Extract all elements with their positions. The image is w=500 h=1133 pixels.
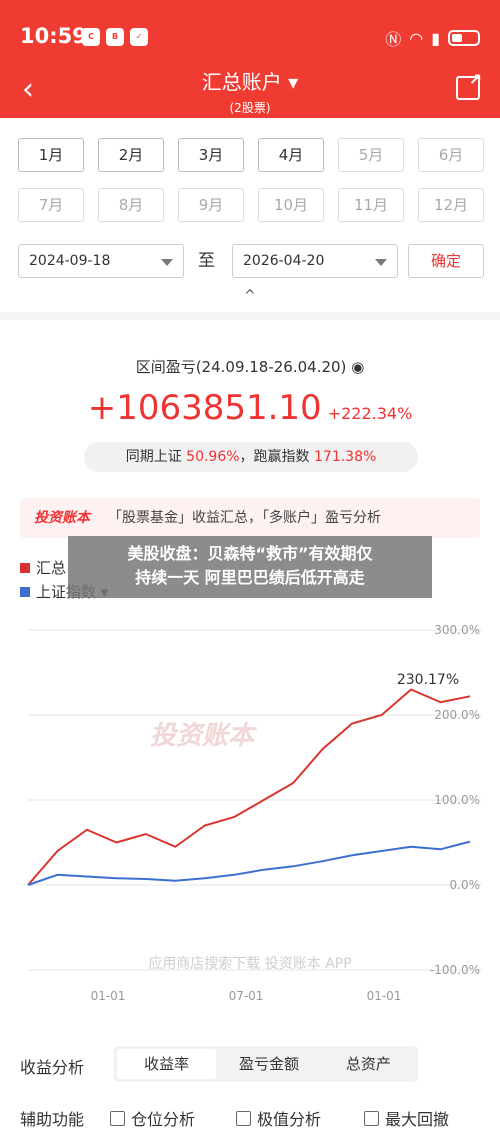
- overlay-line1: 美股收盘：贝森特“救市”有效期仅: [127, 544, 373, 563]
- status-bar: 10:59 C B ✓ Ⓝ ◠ ▮: [0, 0, 500, 70]
- account-selector[interactable]: 汇总账户 ▾: [0, 66, 500, 95]
- month-4-button[interactable]: 4月: [258, 138, 324, 172]
- app-red-icon: ✓: [130, 28, 148, 46]
- month-12-button[interactable]: 12月: [418, 188, 484, 222]
- range-title: 区间盈亏(24.09.18-26.04.20) ◉: [135, 358, 365, 376]
- month-9-button[interactable]: 9月: [178, 188, 244, 222]
- end-date-value: 2026-04-20: [243, 253, 325, 269]
- y-tick-label: 100.0%: [434, 793, 480, 807]
- profit-chart: 300.0% 200.0% 100.0% 0.0% -100.0% 01-01 07-01 0…: [27, 623, 482, 1003]
- promo-banner[interactable]: 投资账本 「股票基金」收益汇总，「多账户」盈亏分析: [20, 498, 480, 538]
- chevron-down-icon: [161, 259, 173, 266]
- aux-label: 辅助功能: [20, 1110, 85, 1129]
- date-range: 2024-09-18 至 2026-04-20 确定: [18, 244, 484, 278]
- month-5-button[interactable]: 5月: [338, 138, 404, 172]
- series-line-2: [27, 840, 471, 886]
- x-tick-label: 01-01: [367, 989, 402, 1003]
- account-subtitle: (2股票): [229, 101, 271, 115]
- month-1-button[interactable]: 1月: [18, 138, 84, 172]
- analysis-tabs: 收益率 盈亏金额 总资产: [114, 1046, 418, 1082]
- collapse-icon[interactable]: ^: [244, 288, 256, 304]
- start-date-value: 2024-09-18: [29, 253, 111, 269]
- month-6-button[interactable]: 6月: [418, 138, 484, 172]
- x-tick-label: 07-01: [229, 989, 264, 1003]
- status-time: 10:59: [20, 24, 87, 48]
- position-analysis-checkbox[interactable]: 仓位分析: [110, 1106, 195, 1130]
- app-boss-icon: B: [106, 28, 124, 46]
- extreme-analysis-checkbox[interactable]: 极值分析: [236, 1106, 321, 1130]
- overlay-line2: 持续一天 阿里巴巴绩后低开高走: [135, 568, 365, 587]
- month-2-button[interactable]: 2月: [98, 138, 164, 172]
- month-grid: 1月 2月 3月 4月 5月 6月 7月 8月 9月 10月 11月 12月: [18, 138, 484, 222]
- month-11-button[interactable]: 11月: [338, 188, 404, 222]
- start-date-select[interactable]: 2024-09-18: [18, 244, 184, 278]
- y-tick-label: 0.0%: [450, 878, 481, 892]
- brand-logo: 投资账本: [34, 510, 90, 526]
- total-profit: +1063851.10 +222.34%: [0, 388, 500, 428]
- news-overlay[interactable]: 美股收盘：贝森特“救市”有效期仅 持续一天 阿里巴巴绩后低开高走: [68, 536, 432, 598]
- share-icon[interactable]: [456, 70, 482, 100]
- chevron-down-icon: [375, 259, 387, 266]
- profit-amount: +1063851.10: [87, 388, 322, 428]
- month-8-button[interactable]: 8月: [98, 188, 164, 222]
- analysis-label: 收益分析: [20, 1058, 85, 1077]
- y-tick-label: -100.0%: [430, 963, 480, 977]
- chart-watermark: 投资账本: [150, 721, 258, 751]
- tab-total-assets[interactable]: 总资产: [319, 1046, 418, 1082]
- end-date-select[interactable]: 2026-04-20: [232, 244, 398, 278]
- battery-icon: [448, 30, 480, 46]
- x-tick-label: 01-01: [91, 989, 126, 1003]
- month-7-button[interactable]: 7月: [18, 188, 84, 222]
- header-bar: 10:59 C B ✓ Ⓝ ◠ ▮ ‹ 汇总账户 ▾ (2股票): [0, 0, 500, 118]
- app-c-icon: C: [82, 28, 100, 46]
- divider: [0, 312, 500, 320]
- series-line-1: [27, 688, 471, 886]
- tab-profit-amount[interactable]: 盈亏金额: [219, 1046, 318, 1082]
- wifi-icon: ◠: [409, 28, 424, 48]
- range-separator: 至: [198, 251, 215, 271]
- eye-icon[interactable]: ◉: [351, 358, 364, 376]
- peak-label: 230.17%: [397, 672, 459, 688]
- footer-watermark: 应用商店搜索下载 投资账本 APP: [148, 955, 351, 972]
- max-drawdown-checkbox[interactable]: 最大回撤: [364, 1106, 449, 1130]
- banner-text: 「股票基金」收益汇总，「多账户」盈亏分析: [108, 510, 381, 526]
- profit-percent: +222.34%: [327, 404, 413, 423]
- nfc-icon: Ⓝ: [385, 30, 402, 49]
- index-compare: 同期上证 50.96%，跑赢指数 171.38%: [84, 442, 418, 472]
- month-3-button[interactable]: 3月: [178, 138, 244, 172]
- y-tick-label: 200.0%: [434, 708, 480, 722]
- tab-return-rate[interactable]: 收益率: [117, 1049, 217, 1079]
- month-10-button[interactable]: 10月: [258, 188, 324, 222]
- signal-icon: ▮: [431, 28, 440, 48]
- confirm-button[interactable]: 确定: [408, 244, 484, 278]
- y-tick-label: 300.0%: [434, 623, 480, 637]
